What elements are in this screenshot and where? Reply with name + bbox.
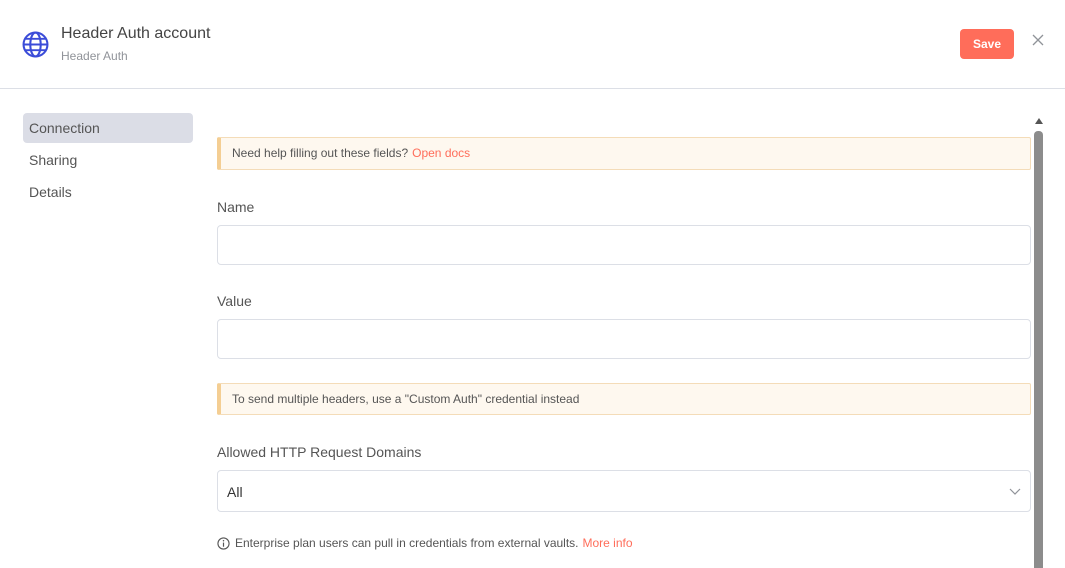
scroll-up-arrow-icon[interactable] — [1035, 117, 1043, 124]
external-vaults-info: Enterprise plan users can pull in creden… — [217, 536, 633, 550]
headers-notice-text: To send multiple headers, use a "Custom … — [232, 392, 580, 406]
sidebar-item-connection[interactable]: Connection — [23, 113, 193, 143]
scrollbar-thumb[interactable] — [1034, 131, 1043, 568]
value-label: Value — [217, 293, 252, 309]
sidebar-item-sharing[interactable]: Sharing — [23, 145, 193, 175]
save-button[interactable]: Save — [960, 29, 1014, 59]
connection-panel: Need help filling out these fields? Open … — [217, 89, 1031, 568]
help-notice-text: Need help filling out these fields? — [232, 146, 409, 160]
chevron-down-icon — [1009, 488, 1021, 495]
domains-select-value: All — [227, 484, 243, 500]
name-input[interactable] — [217, 225, 1031, 265]
credential-title: Header Auth account — [61, 25, 211, 42]
sidebar-nav: Connection Sharing Details — [23, 113, 193, 209]
globe-icon — [22, 31, 49, 58]
close-icon[interactable] — [1030, 32, 1046, 48]
more-info-link[interactable]: More info — [583, 536, 633, 550]
name-label: Name — [217, 199, 255, 215]
domains-select[interactable]: All — [217, 470, 1031, 512]
open-docs-link[interactable]: Open docs — [412, 146, 470, 160]
headers-notice: To send multiple headers, use a "Custom … — [217, 383, 1031, 415]
credential-type: Header Auth — [61, 49, 128, 63]
value-input[interactable] — [217, 319, 1031, 359]
domains-label: Allowed HTTP Request Domains — [217, 444, 422, 460]
help-notice: Need help filling out these fields? Open … — [217, 137, 1031, 170]
info-icon — [217, 536, 230, 550]
external-vaults-text: Enterprise plan users can pull in creden… — [235, 536, 579, 550]
modal-header: Header Auth account Header Auth Save — [0, 0, 1065, 89]
sidebar-item-details[interactable]: Details — [23, 177, 193, 207]
